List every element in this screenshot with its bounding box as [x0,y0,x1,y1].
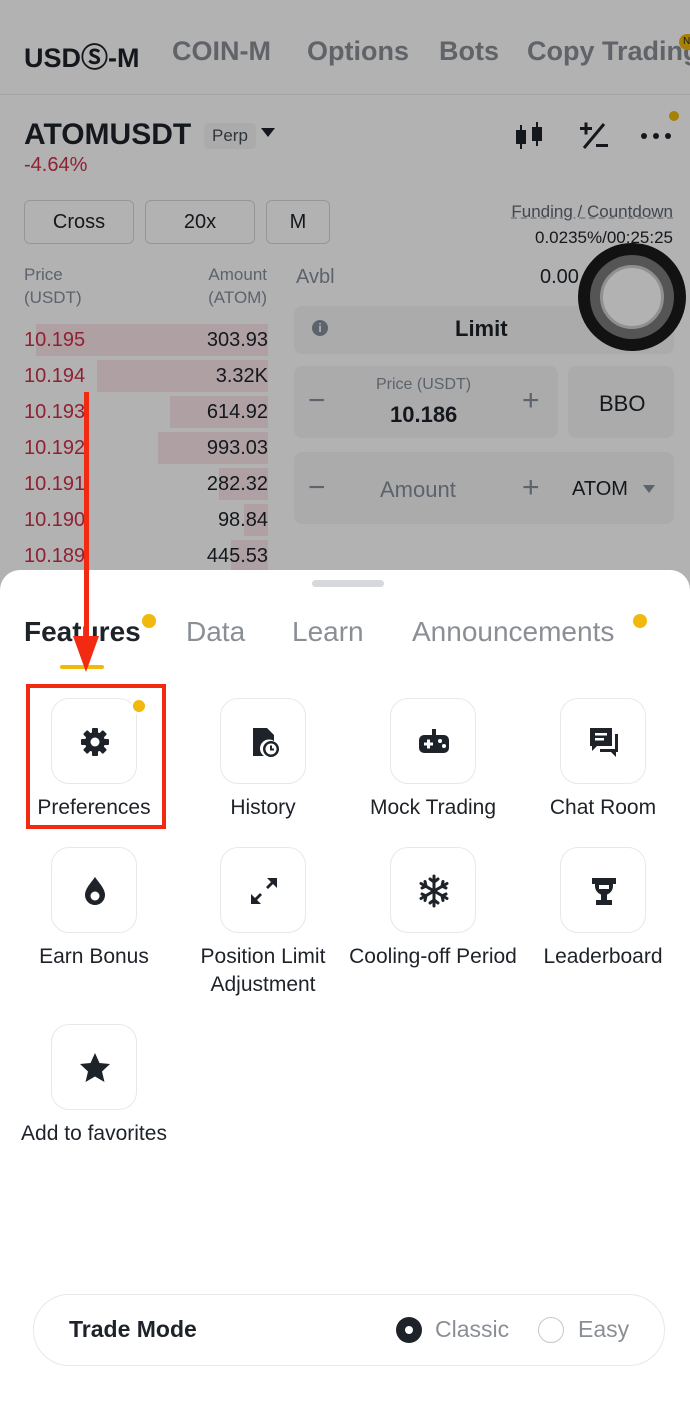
dim-overlay[interactable] [0,0,690,600]
classic-radio[interactable] [396,1317,422,1343]
trophy-icon [592,878,616,905]
feature-label: Mock Trading [369,796,497,819]
easy-label[interactable]: Easy [578,1316,629,1343]
drop-icon [85,877,105,905]
feature-label: History [230,796,296,819]
tab-announcements[interactable]: Announcements [412,616,614,648]
trade-mode-label: Trade Mode [69,1316,197,1342]
annotation-highlight-box [26,684,166,829]
snowflake-icon [419,874,449,908]
star-icon [80,1053,110,1082]
easy-radio[interactable] [538,1317,564,1343]
trade-mode-selector: Trade Mode Classic Easy [33,1294,665,1366]
features-tab-dot [142,614,156,628]
feature-label: Chat Room [549,796,657,819]
sheet-drag-handle[interactable] [312,580,384,587]
tab-data[interactable]: Data [186,616,245,648]
announcements-tab-dot [633,614,647,628]
classic-label[interactable]: Classic [435,1316,509,1343]
annotation-arrow-head [73,636,99,672]
tab-learn[interactable]: Learn [292,616,364,648]
history-icon [253,728,279,757]
feature-label: Add to favorites [21,1122,167,1145]
chat-icon [590,728,618,757]
feature-label: Leaderboard [543,945,663,968]
gamepad-icon [419,729,449,753]
expand-arrows-icon [251,878,277,904]
feature-label: Position Limit Adjustment [200,945,326,996]
feature-label: Cooling-off Period [349,945,517,968]
feature-label: Earn Bonus [39,945,149,968]
annotation-arrow [84,392,89,640]
